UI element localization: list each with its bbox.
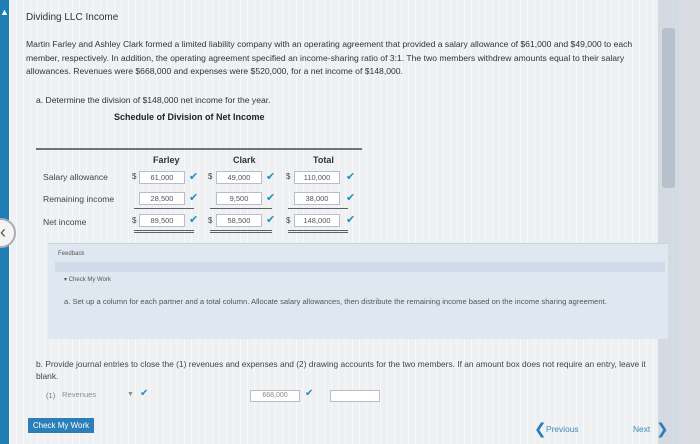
feedback-label: Feedback xyxy=(58,251,85,257)
dollar-sign: $ xyxy=(132,216,137,225)
feedback-text: a. Set up a column for each partner and … xyxy=(64,297,607,306)
feedback-subheading: ▾ Check My Work xyxy=(64,277,111,283)
total-salary-input[interactable]: 110,000 xyxy=(294,171,340,184)
subtotal-rule xyxy=(210,208,272,209)
credit-input[interactable] xyxy=(330,390,380,402)
dollar-sign: $ xyxy=(286,172,291,181)
dollar-sign: $ xyxy=(132,172,137,181)
total-double-rule xyxy=(210,232,272,233)
check-icon: ✔ xyxy=(346,214,356,226)
total-double-rule xyxy=(210,230,272,231)
feedback-panel xyxy=(48,243,668,339)
feedback-band xyxy=(55,262,665,272)
total-remaining-input[interactable]: 38,000 xyxy=(294,192,340,205)
dollar-sign: $ xyxy=(208,172,213,181)
clark-remaining-input[interactable]: 9,500 xyxy=(216,192,262,205)
check-icon: ✔ xyxy=(189,214,199,226)
check-icon: ✔ xyxy=(305,388,314,399)
check-icon: ✔ xyxy=(140,388,149,399)
row-label-salary-allowance: Salary allowance xyxy=(43,172,108,182)
schedule-top-rule xyxy=(36,148,362,150)
part-b-instruction: b. Provide journal entries to close the … xyxy=(36,359,646,381)
entry-number: (1) xyxy=(46,391,56,400)
total-double-rule xyxy=(288,232,348,233)
row-label-net-income: Net income xyxy=(43,217,87,227)
problem-intro: Martin Farley and Ashley Clark formed a … xyxy=(26,39,633,76)
schedule-title: Schedule of Division of Net Income xyxy=(114,112,265,122)
check-icon: ✔ xyxy=(266,171,276,183)
debit-input[interactable]: 668,000 xyxy=(250,390,300,402)
total-double-rule xyxy=(288,230,348,231)
dollar-sign: $ xyxy=(208,216,213,225)
check-my-work-button[interactable]: Check My Work xyxy=(28,418,94,433)
previous-link[interactable]: Previous xyxy=(546,424,579,434)
feedback-subheading-text: Check My Work xyxy=(68,277,111,283)
check-icon: ✔ xyxy=(346,171,356,183)
check-icon: ✔ xyxy=(189,192,199,204)
part-a-instruction: a. Determine the division of $148,000 ne… xyxy=(36,95,271,105)
column-header-total: Total xyxy=(313,155,334,165)
farley-salary-input[interactable]: 61,000 xyxy=(139,171,185,184)
next-link[interactable]: Next xyxy=(633,424,650,434)
total-double-rule xyxy=(134,230,194,231)
check-icon: ✔ xyxy=(346,192,356,204)
check-icon: ✔ xyxy=(266,192,276,204)
row-label-remaining-income: Remaining income xyxy=(43,194,115,204)
subtotal-rule xyxy=(288,208,348,209)
column-header-clark: Clark xyxy=(233,155,256,165)
collapse-arrow-icon[interactable]: ▲ xyxy=(0,6,9,18)
total-double-rule xyxy=(134,232,194,233)
subtotal-rule xyxy=(134,208,194,209)
clark-salary-input[interactable]: 49,000 xyxy=(216,171,262,184)
problem-title: Dividing LLC Income xyxy=(26,12,119,23)
farley-remaining-input[interactable]: 28,500 xyxy=(139,192,185,205)
farley-net-income-input[interactable]: 89,500 xyxy=(139,214,185,227)
check-icon: ✔ xyxy=(189,171,199,183)
chevron-left-icon[interactable]: ❮ xyxy=(534,422,547,437)
column-header-farley: Farley xyxy=(153,155,180,165)
check-icon: ✔ xyxy=(266,214,276,226)
total-net-income-input[interactable]: 148,000 xyxy=(294,214,340,227)
scrollbar-thumb[interactable] xyxy=(662,28,675,188)
caret-down-icon[interactable]: ▼ xyxy=(127,389,134,401)
clark-net-income-input[interactable]: 58,500 xyxy=(216,214,262,227)
chevron-right-icon[interactable]: ❯ xyxy=(656,422,669,437)
dollar-sign: $ xyxy=(286,216,291,225)
